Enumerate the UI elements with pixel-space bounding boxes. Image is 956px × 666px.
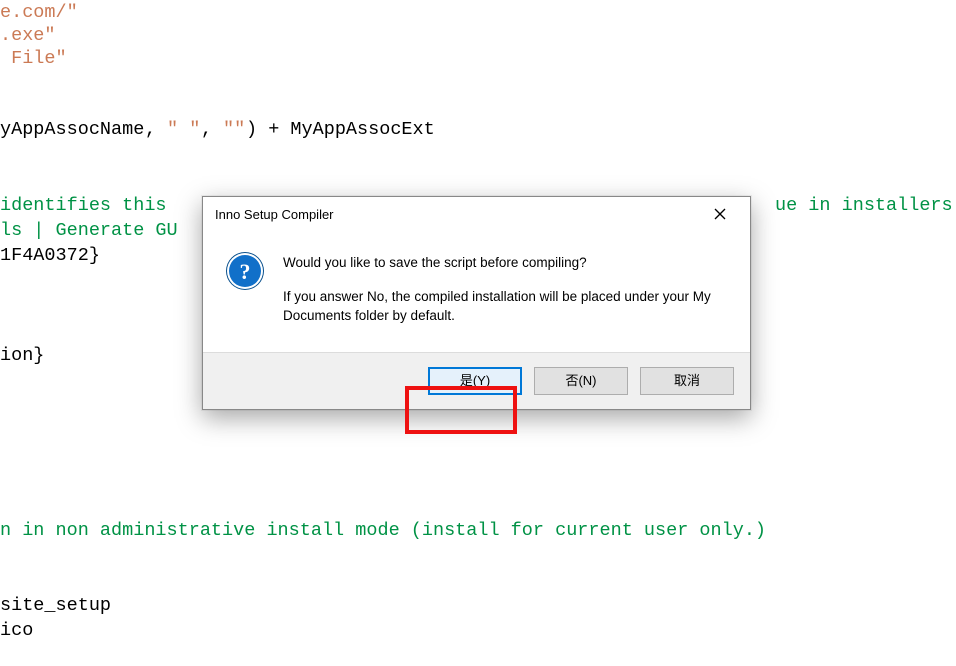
no-button[interactable]: 否(N) — [534, 367, 628, 395]
code-l5b: ue in installers — [775, 193, 953, 218]
close-icon — [714, 208, 726, 220]
dialog-message-column: Would you like to save the script before… — [283, 253, 726, 326]
cancel-button[interactable]: 取消 — [640, 367, 734, 395]
dialog-icon-column: ? — [227, 253, 263, 326]
yes-button[interactable]: 是(Y) — [428, 367, 522, 395]
code-line-2: .exe" — [0, 23, 56, 48]
code-l10: site_setup — [0, 593, 111, 618]
dialog-question: Would you like to save the script before… — [283, 253, 726, 273]
code-l8: ion} — [0, 343, 44, 368]
code-line-1: e.com/" — [0, 0, 78, 25]
dialog-close-button[interactable] — [698, 200, 742, 228]
code-l4b: , — [145, 117, 167, 142]
dialog-detail: If you answer No, the compiled installat… — [283, 287, 726, 326]
code-l4d: , — [201, 117, 223, 142]
dialog-body: ? Would you like to save the script befo… — [203, 231, 750, 352]
code-l4f: ) + MyAppAssocExt — [246, 117, 435, 142]
save-script-dialog: Inno Setup Compiler ? Would you like to … — [202, 196, 751, 410]
code-l9: n in non administrative install mode (in… — [0, 518, 766, 543]
code-l7: 1F4A0372} — [0, 243, 100, 268]
code-l4c: " " — [167, 117, 200, 142]
dialog-button-bar: 是(Y) 否(N) 取消 — [203, 352, 750, 409]
dialog-titlebar: Inno Setup Compiler — [203, 197, 750, 231]
code-line-3: File" — [0, 46, 67, 71]
dialog-title: Inno Setup Compiler — [215, 202, 698, 227]
code-l5a: identifies this — [0, 193, 178, 218]
code-l4e: "" — [223, 117, 245, 142]
code-l6: ls | Generate GU — [0, 218, 178, 243]
code-l11: ico — [0, 618, 33, 643]
code-l4a: yAppAssocName — [0, 117, 144, 142]
question-icon: ? — [227, 253, 263, 289]
